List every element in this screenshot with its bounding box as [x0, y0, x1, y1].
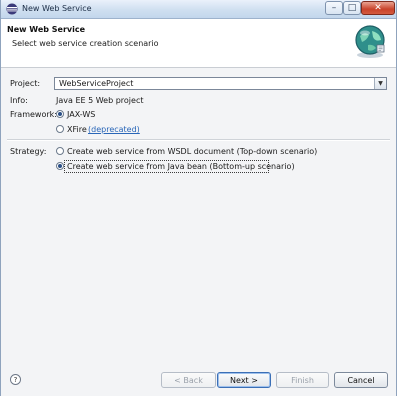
section-divider — [7, 139, 390, 141]
banner-title: New Web Service — [7, 25, 86, 34]
project-combobox[interactable]: WebServiceProject ▼ — [54, 77, 387, 90]
strategy-radio-top-down[interactable] — [56, 147, 64, 155]
help-button[interactable]: ? — [10, 374, 21, 385]
framework-radio-xfire[interactable] — [56, 125, 64, 133]
cancel-button[interactable]: Cancel — [334, 372, 388, 388]
maximize-icon: □ — [347, 2, 357, 13]
info-label: Info: — [10, 96, 28, 105]
close-icon: ✕ — [374, 2, 382, 13]
wizard-dialog: New Web Service – □ ✕ New Web Service Se… — [0, 0, 397, 400]
project-value: WebServiceProject — [59, 79, 134, 88]
framework-option-jaxws[interactable]: JAX-WS — [67, 110, 95, 119]
back-button[interactable]: < Back — [161, 372, 216, 388]
info-value: Java EE 5 Web project — [56, 96, 144, 105]
framework-radio-jaxws[interactable] — [56, 110, 64, 118]
banner-description: Select web service creation scenario — [12, 39, 159, 48]
web-service-globe-icon — [355, 25, 385, 58]
next-button[interactable]: Next > — [217, 372, 271, 388]
framework-option-xfire[interactable]: XFire — [67, 125, 87, 134]
background-strip — [0, 396, 397, 400]
cancel-button-label: Cancel — [347, 375, 375, 385]
strategy-option-bottom-up[interactable]: Create web service from Java bean (Botto… — [67, 162, 295, 171]
title-bar[interactable]: New Web Service – □ ✕ — [1, 0, 396, 19]
back-button-label: < Back — [174, 375, 203, 385]
next-button-label: Next > — [230, 375, 258, 385]
strategy-label: Strategy: — [10, 147, 47, 156]
framework-label: Framework: — [10, 110, 57, 119]
minimize-button[interactable]: – — [325, 1, 343, 15]
project-label: Project: — [10, 79, 41, 88]
deprecated-link[interactable]: (deprecated) — [88, 125, 140, 134]
window-title: New Web Service — [22, 4, 92, 13]
help-icon: ? — [13, 375, 18, 384]
chevron-down-icon[interactable]: ▼ — [374, 78, 386, 89]
eclipse-app-icon — [6, 3, 18, 15]
wizard-banner: New Web Service Select web service creat… — [1, 19, 396, 68]
maximize-button[interactable]: □ — [343, 1, 361, 15]
minimize-icon: – — [331, 2, 337, 13]
strategy-option-top-down[interactable]: Create web service from WSDL document (T… — [67, 147, 317, 156]
strategy-radio-bottom-up[interactable] — [56, 162, 64, 170]
close-button[interactable]: ✕ — [361, 1, 395, 15]
finish-button-label: Finish — [291, 375, 314, 385]
finish-button[interactable]: Finish — [276, 372, 329, 388]
